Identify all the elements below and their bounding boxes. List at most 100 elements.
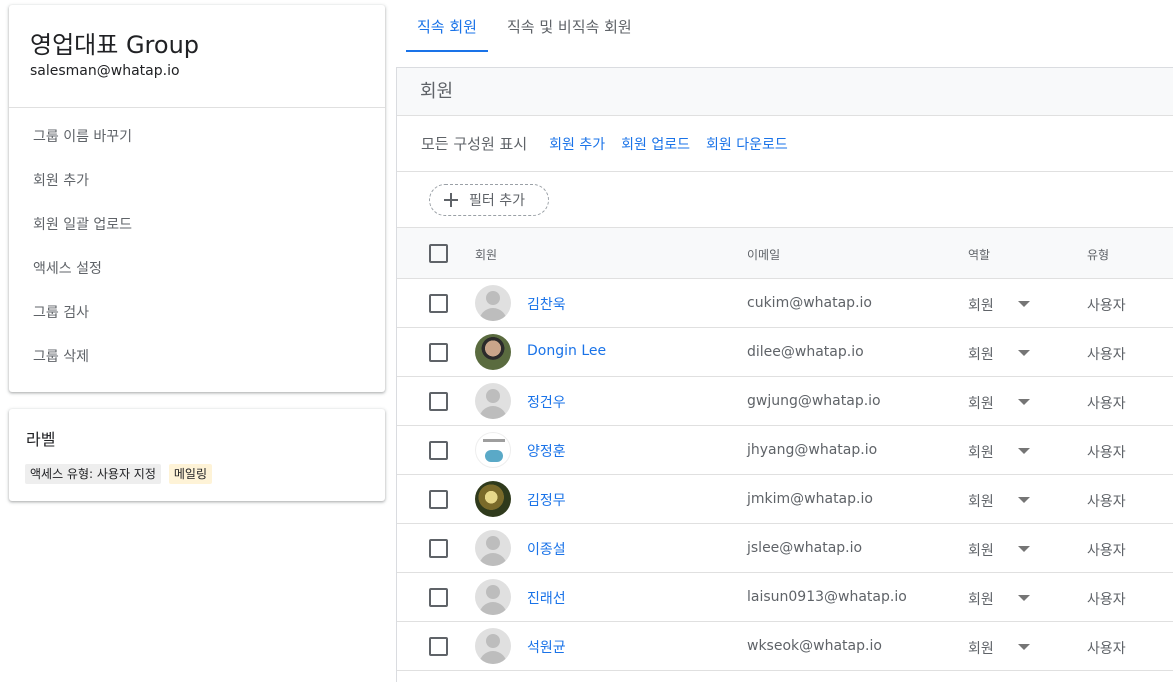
member-email: laisun0913@whatap.io xyxy=(747,589,907,605)
members-panel: 회원 모든 구성원 표시 회원 추가 회원 업로드 회원 다운로드 필터 추가 … xyxy=(396,67,1173,682)
tab-direct-members[interactable]: 직속 회원 xyxy=(406,0,488,52)
dropdown-arrow-icon xyxy=(1018,595,1030,601)
member-tabs: 직속 회원 직속 및 비직속 회원 xyxy=(406,0,651,52)
add-member-link[interactable]: 회원 추가 xyxy=(549,134,605,154)
label-chips: 액세스 유형: 사용자 지정 메일링 xyxy=(25,464,213,484)
member-name[interactable]: 정건우 xyxy=(527,392,566,412)
member-name[interactable]: 석원균 xyxy=(527,637,566,657)
show-all-members-label: 모든 구성원 표시 xyxy=(421,135,528,153)
upload-members-link[interactable]: 회원 업로드 xyxy=(621,134,690,154)
member-rows: 김찬욱 cukim@whatap.io 회원 사용자 Dongin Lee dilee@w… xyxy=(397,279,1173,671)
dropdown-arrow-icon xyxy=(1018,448,1030,454)
row-checkbox[interactable] xyxy=(429,588,448,607)
role-dropdown[interactable]: 회원 xyxy=(968,442,1034,462)
role-value: 회원 xyxy=(968,494,994,510)
filter-bar: 필터 추가 xyxy=(397,172,1173,228)
download-members-link[interactable]: 회원 다운로드 xyxy=(706,134,788,154)
table-row[interactable]: 양정훈 jhyang@whatap.io 회원 사용자 xyxy=(397,426,1173,475)
dropdown-arrow-icon xyxy=(1018,546,1030,552)
member-name[interactable]: 진래선 xyxy=(527,588,566,608)
avatar xyxy=(475,530,511,566)
group-title: 영업대표 Group xyxy=(30,31,200,59)
member-email: cukim@whatap.io xyxy=(747,295,872,311)
group-card: 영업대표 Group salesman@whatap.io 그룹 이름 바꾸기 … xyxy=(9,5,385,392)
member-email: jmkim@whatap.io xyxy=(747,491,873,507)
member-email: jhyang@whatap.io xyxy=(747,442,878,458)
menu-access-settings[interactable]: 액세스 설정 xyxy=(33,247,132,291)
dropdown-arrow-icon xyxy=(1018,644,1030,650)
avatar xyxy=(475,628,511,664)
tab-all-members[interactable]: 직속 및 비직속 회원 xyxy=(496,0,643,52)
member-name[interactable]: 김정무 xyxy=(527,490,566,510)
header-role[interactable]: 역할 xyxy=(968,246,990,263)
menu-add-member[interactable]: 회원 추가 xyxy=(33,159,132,203)
label-chip-access-type: 액세스 유형: 사용자 지정 xyxy=(25,464,161,484)
dropdown-arrow-icon xyxy=(1018,497,1030,503)
role-dropdown[interactable]: 회원 xyxy=(968,295,1034,315)
member-type: 사용자 xyxy=(1087,445,1126,461)
avatar xyxy=(475,432,511,468)
menu-rename-group[interactable]: 그룹 이름 바꾸기 xyxy=(33,115,132,159)
role-value: 회원 xyxy=(968,592,994,608)
menu-bulk-upload[interactable]: 회원 일괄 업로드 xyxy=(33,203,132,247)
role-dropdown[interactable]: 회원 xyxy=(968,491,1034,511)
menu-inspect-group[interactable]: 그룹 검사 xyxy=(33,291,132,335)
role-value: 회원 xyxy=(968,641,994,657)
table-row[interactable]: 김찬욱 cukim@whatap.io 회원 사용자 xyxy=(397,279,1173,328)
role-dropdown[interactable]: 회원 xyxy=(968,638,1034,658)
member-name[interactable]: Dongin Lee xyxy=(527,343,606,359)
avatar xyxy=(475,285,511,321)
table-row[interactable]: 진래선 laisun0913@whatap.io 회원 사용자 xyxy=(397,573,1173,622)
select-all-checkbox[interactable] xyxy=(429,244,448,263)
menu-delete-group[interactable]: 그룹 삭제 xyxy=(33,335,132,379)
member-name[interactable]: 김찬욱 xyxy=(527,294,566,314)
dropdown-arrow-icon xyxy=(1018,350,1030,356)
header-member[interactable]: 회원 xyxy=(475,246,497,263)
avatar xyxy=(475,383,511,419)
member-type: 사용자 xyxy=(1087,641,1126,657)
member-type: 사용자 xyxy=(1087,494,1126,510)
row-checkbox[interactable] xyxy=(429,490,448,509)
action-bar: 모든 구성원 표시 회원 추가 회원 업로드 회원 다운로드 xyxy=(397,116,1173,172)
dropdown-arrow-icon xyxy=(1018,399,1030,405)
label-chip-mailing: 메일링 xyxy=(168,464,213,484)
panel-title: 회원 xyxy=(397,68,1173,116)
add-filter-label: 필터 추가 xyxy=(469,193,525,209)
role-value: 회원 xyxy=(968,347,994,363)
role-value: 회원 xyxy=(968,543,994,559)
row-checkbox[interactable] xyxy=(429,294,448,313)
row-checkbox[interactable] xyxy=(429,441,448,460)
member-type: 사용자 xyxy=(1087,298,1126,314)
role-value: 회원 xyxy=(968,298,994,314)
table-header: 회원 이메일 역할 유형 xyxy=(397,228,1173,279)
table-row[interactable]: Dongin Lee dilee@whatap.io 회원 사용자 xyxy=(397,328,1173,377)
member-name[interactable]: 양정훈 xyxy=(527,441,566,461)
table-row[interactable]: 이종설 jslee@whatap.io 회원 사용자 xyxy=(397,524,1173,573)
role-value: 회원 xyxy=(968,396,994,412)
member-type: 사용자 xyxy=(1087,396,1126,412)
role-dropdown[interactable]: 회원 xyxy=(968,393,1034,413)
member-name[interactable]: 이종설 xyxy=(527,539,566,559)
row-checkbox[interactable] xyxy=(429,539,448,558)
table-row[interactable]: 김정무 jmkim@whatap.io 회원 사용자 xyxy=(397,475,1173,524)
add-filter-button[interactable]: 필터 추가 xyxy=(429,184,549,216)
table-row[interactable]: 정건우 gwjung@whatap.io 회원 사용자 xyxy=(397,377,1173,426)
avatar xyxy=(475,334,511,370)
header-type[interactable]: 유형 xyxy=(1087,246,1109,263)
group-divider xyxy=(9,107,385,108)
row-checkbox[interactable] xyxy=(429,392,448,411)
role-dropdown[interactable]: 회원 xyxy=(968,344,1034,364)
dropdown-arrow-icon xyxy=(1018,301,1030,307)
member-email: gwjung@whatap.io xyxy=(747,393,881,409)
row-checkbox[interactable] xyxy=(429,637,448,656)
row-checkbox[interactable] xyxy=(429,343,448,362)
avatar xyxy=(475,481,511,517)
role-value: 회원 xyxy=(968,445,994,461)
labels-card: 라벨 액세스 유형: 사용자 지정 메일링 xyxy=(9,409,385,501)
header-email[interactable]: 이메일 xyxy=(747,246,780,263)
table-row[interactable]: 석원균 wkseok@whatap.io 회원 사용자 xyxy=(397,622,1173,671)
plus-icon xyxy=(444,193,458,207)
role-dropdown[interactable]: 회원 xyxy=(968,540,1034,560)
member-type: 사용자 xyxy=(1087,592,1126,608)
role-dropdown[interactable]: 회원 xyxy=(968,589,1034,609)
